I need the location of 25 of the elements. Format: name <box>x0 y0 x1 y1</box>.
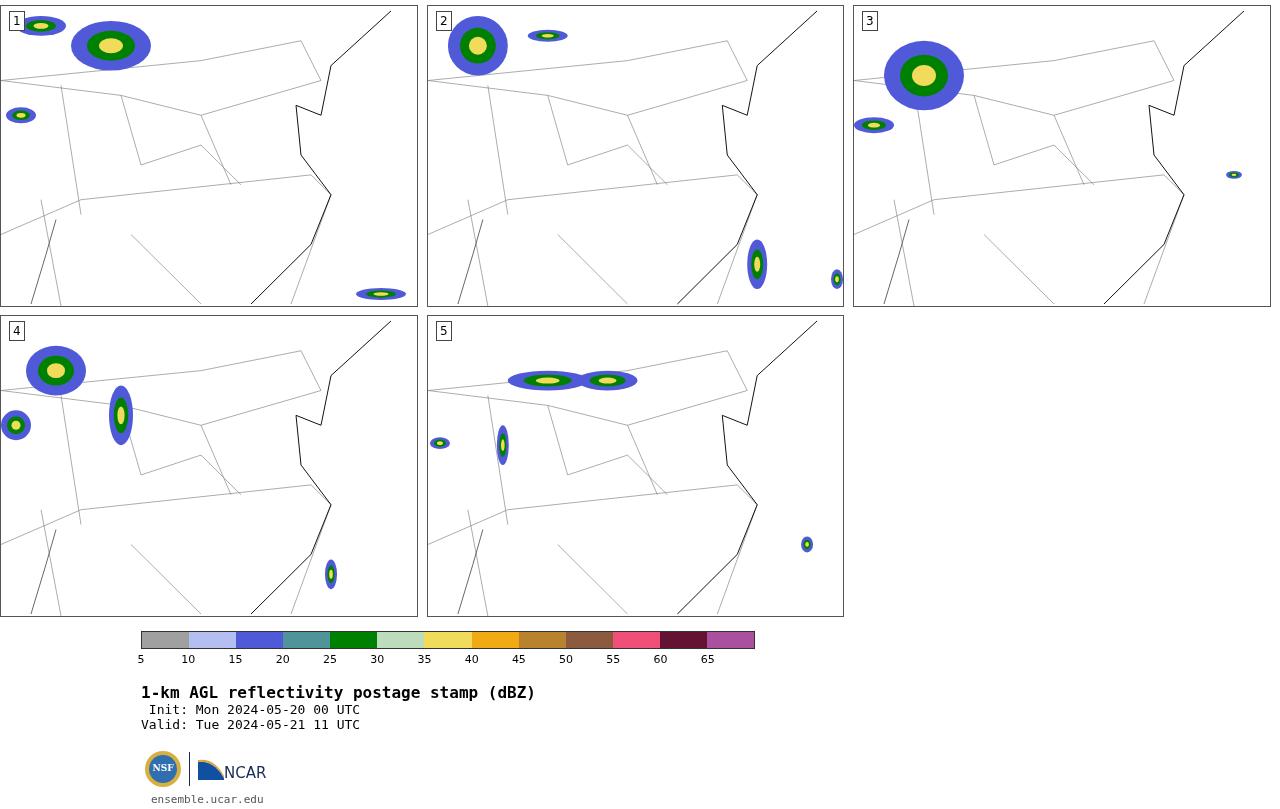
scale-tick-label: 5 <box>137 653 145 666</box>
scale-tick-label: 40 <box>464 653 479 666</box>
panel-number: 5 <box>436 321 452 341</box>
scale-tick-label: 65 <box>700 653 715 666</box>
scale-tick-label: 55 <box>606 653 621 666</box>
panel-number: 3 <box>862 11 878 31</box>
scale-tick-label: 35 <box>417 653 432 666</box>
chart-title: 1-km AGL reflectivity postage stamp (dBZ) <box>141 684 536 702</box>
panel-number: 2 <box>436 11 452 31</box>
scale-tick-label: 60 <box>653 653 668 666</box>
swoosh-icon <box>198 758 224 780</box>
scale-tick-label: 20 <box>275 653 290 666</box>
scale-tick-label: 15 <box>228 653 243 666</box>
panel-number: 4 <box>9 321 25 341</box>
logo-text: NCAR <box>224 765 267 781</box>
scale-tick-label: 50 <box>559 653 574 666</box>
scale-tick-label: 10 <box>181 653 196 666</box>
panel-number: 1 <box>9 11 25 31</box>
init-time: Init: Mon 2024-05-20 00 UTC <box>147 702 361 717</box>
site-address: ensemble.ucar.edu <box>151 793 264 806</box>
scale-tick-label: 45 <box>511 653 526 666</box>
valid-time: Valid: Tue 2024-05-21 11 UTC <box>141 717 361 732</box>
logo-text: NSF <box>152 762 174 776</box>
scale-tick-label: 25 <box>322 653 337 666</box>
scale-tick-label: 30 <box>370 653 385 666</box>
